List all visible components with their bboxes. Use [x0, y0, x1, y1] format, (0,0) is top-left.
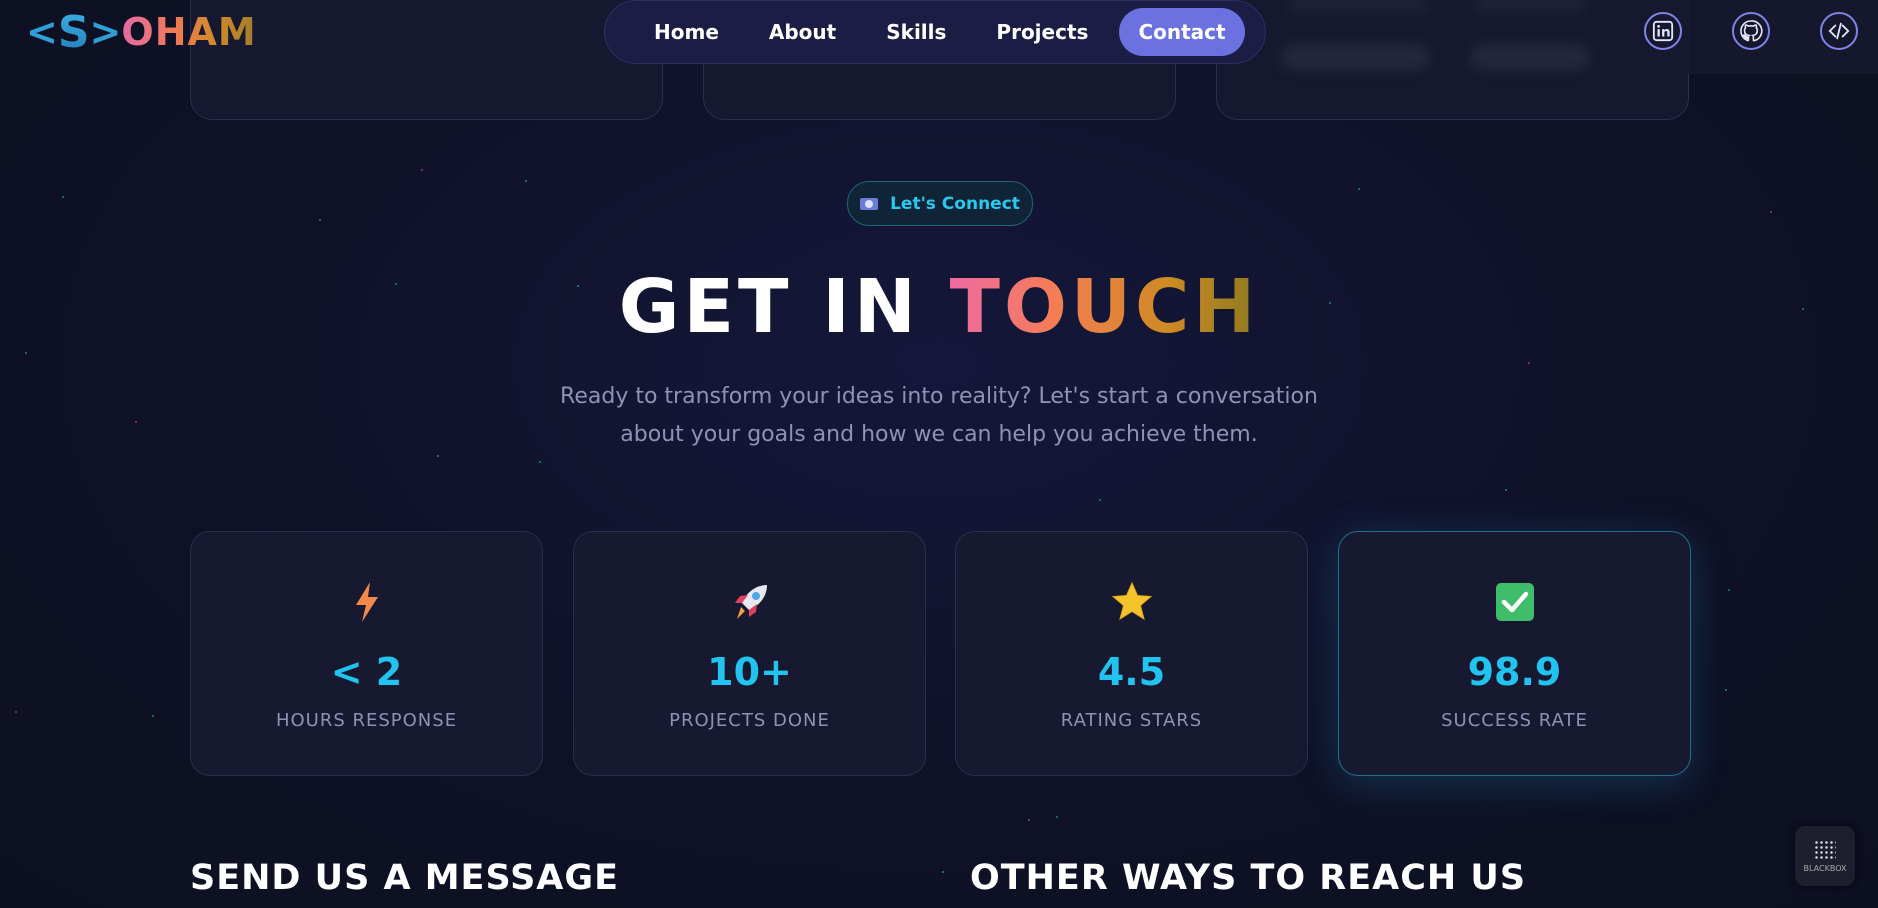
- blackbox-label: BLACKBOX: [1803, 863, 1847, 873]
- linkedin-icon[interactable]: [1644, 12, 1682, 50]
- stat-value: < 2: [330, 650, 403, 694]
- main-nav: Home About Skills Projects Contact: [604, 0, 1266, 64]
- code-icon[interactable]: [1820, 12, 1858, 50]
- blurred-content: [1280, 44, 1430, 70]
- stat-value: 4.5: [1097, 650, 1166, 694]
- page-title: GET IN TOUCH: [0, 264, 1878, 350]
- github-icon[interactable]: [1732, 12, 1770, 50]
- logo-s: S: [57, 6, 90, 58]
- blurred-content: [1470, 44, 1590, 70]
- stat-value: 98.9: [1467, 650, 1562, 694]
- stat-label: SUCCESS RATE: [1441, 710, 1588, 731]
- nav-projects[interactable]: Projects: [977, 8, 1107, 56]
- check-icon: [1493, 580, 1537, 624]
- nav-skills[interactable]: Skills: [867, 8, 965, 56]
- nav-about[interactable]: About: [750, 8, 855, 56]
- stat-card-response: < 2 HOURS RESPONSE: [190, 531, 543, 776]
- stat-label: HOURS RESPONSE: [275, 710, 458, 731]
- stat-card-projects: 10+ PROJECTS DONE: [573, 531, 926, 776]
- page-subtitle: Ready to transform your ideas into reali…: [560, 384, 1318, 447]
- nav-home[interactable]: Home: [635, 8, 738, 56]
- logo-text: OHAM: [121, 10, 257, 54]
- send-message-heading: SEND US A MESSAGE: [190, 858, 620, 898]
- lightning-icon: [345, 580, 389, 624]
- stat-label: RATING STARS: [1060, 710, 1203, 731]
- rocket-icon: [728, 580, 772, 624]
- logo-bracket-left: <: [26, 10, 58, 54]
- stat-label: PROJECTS DONE: [669, 710, 830, 731]
- other-ways-heading: OTHER WAYS TO REACH US: [970, 858, 1527, 898]
- lets-connect-badge: Let's Connect: [847, 181, 1033, 226]
- blurred-content: [1288, 0, 1428, 10]
- nav-contact[interactable]: Contact: [1119, 8, 1245, 56]
- title-word-2: TOUCH: [949, 264, 1260, 350]
- stat-card-rating: 4.5 RATING STARS: [955, 531, 1308, 776]
- stat-card-success: 98.9 SUCCESS RATE: [1338, 531, 1691, 776]
- blackbox-logo-icon: [1814, 839, 1836, 860]
- site-logo[interactable]: < S > OHAM: [26, 6, 257, 58]
- blackbox-widget[interactable]: BLACKBOX: [1795, 826, 1855, 886]
- camera-icon: [860, 197, 879, 210]
- star-icon: [1110, 580, 1154, 624]
- previous-card-1: [190, 0, 663, 120]
- logo-bracket-right: >: [89, 10, 122, 54]
- stat-value: 10+: [707, 650, 792, 694]
- badge-label: Let's Connect: [890, 193, 1020, 214]
- blurred-content: [1475, 0, 1585, 10]
- title-word-1: GET IN: [618, 264, 920, 350]
